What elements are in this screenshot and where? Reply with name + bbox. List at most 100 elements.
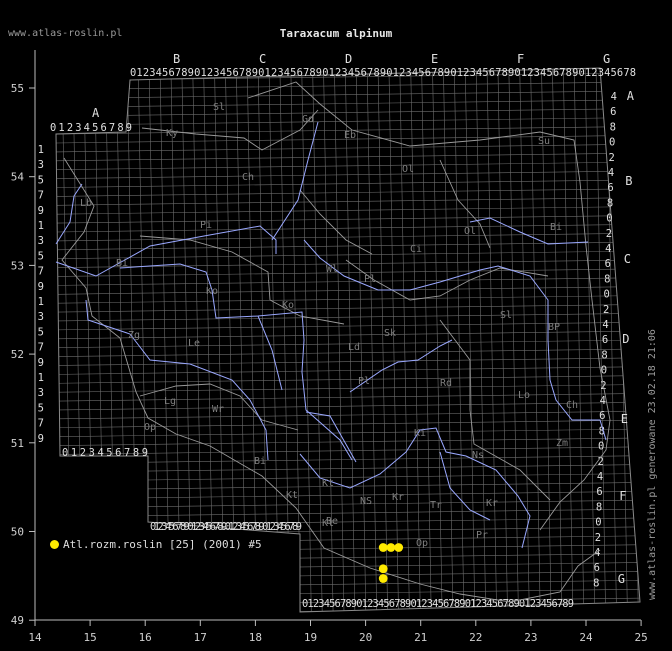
right-letter: B [625,174,632,188]
right-col-digit: 2 [606,228,612,240]
region-code: Lg [164,396,176,407]
right-col-digit: 8 [601,349,607,361]
occurrences [378,543,404,583]
region-code: Su [538,136,550,147]
y-tick-label: 54 [11,171,25,184]
x-tick-label: 20 [359,631,372,644]
x-tick-label: 24 [579,631,593,644]
region-code: Ky [166,128,178,139]
region-code: Ld [348,342,360,353]
region-code: Zg [128,330,140,341]
region-code: Pl [358,376,370,387]
region-code: Ns [472,450,484,461]
x-tick-label: 15 [83,631,96,644]
region-code: Bi [254,456,266,467]
occurrence-dot [378,564,388,574]
left-col-digit: 9 [38,357,44,369]
grid-outline [55,67,641,613]
left-col-digit: 7 [38,342,44,354]
left-col-digit: 1 [38,220,44,232]
x-tick-label: 21 [414,631,427,644]
region-code: Kt [322,478,334,489]
occurrence-dot [378,543,388,552]
right-col-digit: 6 [607,182,613,194]
top-letter: C [259,52,266,66]
left-col-digit: 9 [38,433,44,445]
right-col-digit: 4 [602,319,608,331]
region-code: Ol [464,226,476,237]
right-col-digit: 6 [596,486,602,498]
right-col-digit: 0 [609,137,615,149]
left-bottom-digit-row: 0123456789 [62,447,148,459]
river [55,225,277,277]
right-col-digit: 4 [600,395,606,407]
y-tick-label: 55 [11,82,24,95]
right-letter: A [627,89,635,103]
region-code: BP [548,322,560,333]
occurrence-dot [394,543,404,552]
left-col-digit: 5 [38,250,44,262]
distribution-map: 14 15 16 17 18 19 20 21 22 23 24 255554535251504901… [11,50,648,644]
legend: Atl.rozm.roslin [25] (2001) #5 [50,538,262,551]
right-letter: E [621,412,628,426]
right-col-digit: 0 [595,517,601,529]
right-col-digit: 6 [610,106,616,118]
left-col-digit: 3 [38,387,44,399]
top-digit-row: 0123456789012345678901234567890123456789… [130,67,636,79]
region-code: Wl [326,264,338,275]
left-col-digit: 1 [38,144,44,156]
region-code: Pr [476,530,488,541]
x-tick-label: 19 [304,631,317,644]
top-letter: B [173,52,180,66]
region-code: Ch [242,172,254,183]
occurrence-dot [378,574,388,583]
x-tick-label: 16 [139,631,152,644]
right-col-digit: 2 [608,152,614,164]
region-boundary [439,319,551,501]
left-col-digit: 1 [38,296,44,308]
region-codes: Sl Ky Gd Eb Ch Ol Su Bi Pi Ci Ol Wl Pl Bi Ko Sk Ko Ld Sl BP… [80,102,578,549]
y-tick-label: 50 [11,526,24,539]
region-code: Ki [414,428,426,439]
y-tick-label: 49 [11,614,24,627]
x-tick-label: 25 [634,631,647,644]
right-col-digit: 4 [605,243,611,255]
x-tick-label: 22 [469,631,482,644]
region-code: Kr [486,498,498,509]
region-code: Kr [392,492,404,503]
region-code: Zm [556,438,568,449]
right-col-digit: 8 [607,197,613,209]
region-code: Kt [286,490,298,501]
right-col-digit: 2 [603,304,609,316]
region-boundary [247,81,611,531]
region-code: Lb [80,198,92,209]
left-col-digit: 9 [38,205,44,217]
y-tick-label: 51 [11,437,24,450]
region-code: Ol [402,164,414,175]
region-code: Op [144,422,156,433]
river [469,217,589,245]
right-col-digit: 8 [610,121,616,133]
region-boundary [299,189,373,255]
legend-label: Atl.rozm.roslin [25] (2001) #5 [63,538,262,551]
right-col-digit: 8 [604,273,610,285]
left-col-digit: 7 [38,190,44,202]
region-code: Bi [550,222,562,233]
region-code: Bi [116,258,128,269]
top-letter: G [603,52,610,66]
river [439,451,491,521]
top-letter: E [431,52,438,66]
right-col-digit: 8 [593,577,599,589]
left-col-digit: 7 [38,418,44,430]
region-code: Sk [384,328,396,339]
right-col-digit: 4 [608,167,614,179]
x-tick-label: 18 [249,631,262,644]
right-letter: C [624,252,631,266]
right-letter: D [622,332,629,346]
right-letter: G [618,572,625,586]
region-code: Pl [364,274,376,285]
right-col-digit: 6 [594,562,600,574]
region-code: NS [360,496,372,507]
top-letter: F [517,52,524,66]
left-col-digit: 9 [38,281,44,293]
